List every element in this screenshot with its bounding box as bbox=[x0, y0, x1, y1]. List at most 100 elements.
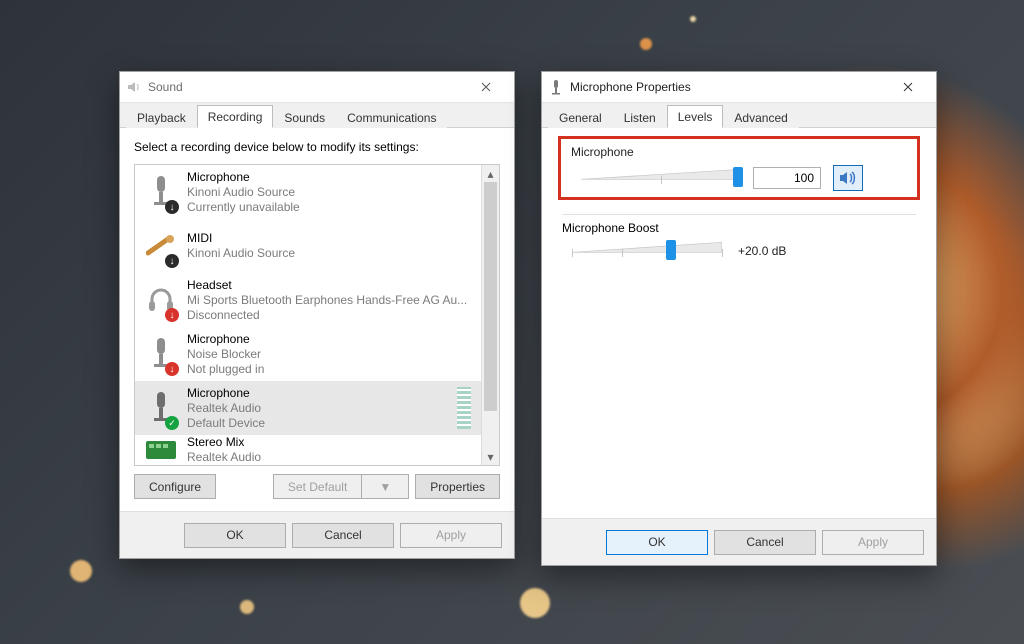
device-source: Realtek Audio bbox=[187, 401, 265, 416]
properties-button[interactable]: Properties bbox=[415, 474, 500, 499]
apply-button[interactable]: Apply bbox=[822, 530, 924, 555]
apply-button[interactable]: Apply bbox=[400, 523, 502, 548]
instruction-text: Select a recording device below to modif… bbox=[134, 140, 500, 154]
cancel-button[interactable]: Cancel bbox=[714, 530, 816, 555]
device-status: Default Device bbox=[187, 416, 265, 431]
bokeh-dot bbox=[640, 38, 652, 50]
boost-section: Microphone Boost +20.0 dB bbox=[562, 221, 916, 263]
ok-button[interactable]: OK bbox=[184, 523, 286, 548]
sound-dialog: Sound Playback Recording Sounds Communic… bbox=[119, 71, 515, 559]
tab-body: Microphone 100 bbox=[542, 128, 936, 518]
device-source: Noise Blocker bbox=[187, 347, 264, 362]
scroll-up-button[interactable]: ▴ bbox=[482, 165, 499, 182]
window-title: Sound bbox=[148, 80, 183, 94]
microphone-level-row: 100 bbox=[571, 163, 907, 195]
tab-advanced[interactable]: Advanced bbox=[723, 106, 798, 128]
scroll-thumb[interactable] bbox=[484, 182, 497, 411]
boost-slider[interactable] bbox=[572, 239, 722, 263]
device-row[interactable]: Microphone Noise Blocker Not plugged in bbox=[135, 327, 481, 381]
device-row[interactable]: MIDI Kinoni Audio Source bbox=[135, 219, 481, 273]
tab-strip: Playback Recording Sounds Communications bbox=[120, 103, 514, 128]
sound-icon bbox=[126, 79, 142, 95]
cancel-button[interactable]: Cancel bbox=[292, 523, 394, 548]
set-default-button[interactable]: Set Default bbox=[273, 474, 361, 499]
tab-general[interactable]: General bbox=[548, 106, 613, 128]
mic-properties-dialog: Microphone Properties General Listen Lev… bbox=[541, 71, 937, 566]
bokeh-dot bbox=[70, 560, 92, 582]
tab-recording[interactable]: Recording bbox=[197, 105, 274, 128]
bokeh-dot bbox=[690, 16, 696, 22]
device-name: MIDI bbox=[187, 231, 295, 246]
slider-tick bbox=[722, 249, 723, 257]
bokeh-dot bbox=[520, 588, 550, 618]
device-name: Microphone bbox=[187, 386, 265, 401]
soundcard-icon bbox=[145, 438, 177, 462]
set-default-split-button[interactable]: Set Default ▼ bbox=[273, 474, 409, 499]
configure-button[interactable]: Configure bbox=[134, 474, 216, 499]
slider-tick bbox=[622, 249, 623, 257]
titlebar[interactable]: Microphone Properties bbox=[542, 72, 936, 103]
device-row-selected[interactable]: Microphone Realtek Audio Default Device bbox=[135, 381, 481, 435]
slider-tick bbox=[572, 249, 573, 257]
device-list-inner[interactable]: Microphone Kinoni Audio Source Currently… bbox=[135, 165, 481, 465]
mute-toggle[interactable] bbox=[833, 165, 863, 191]
boost-value: +20.0 dB bbox=[738, 244, 786, 258]
headset-icon bbox=[145, 280, 177, 320]
slider-thumb[interactable] bbox=[733, 167, 743, 187]
device-text: Microphone Noise Blocker Not plugged in bbox=[187, 332, 264, 377]
device-source: Kinoni Audio Source bbox=[187, 185, 300, 200]
device-row[interactable]: Headset Mi Sports Bluetooth Earphones Ha… bbox=[135, 273, 481, 327]
device-source: Realtek Audio bbox=[187, 450, 261, 465]
tab-strip: General Listen Levels Advanced bbox=[542, 103, 936, 128]
tab-levels[interactable]: Levels bbox=[667, 105, 724, 128]
divider bbox=[562, 214, 916, 215]
status-badge-unplugged bbox=[165, 362, 179, 376]
scrollbar[interactable]: ▴ ▾ bbox=[481, 165, 499, 465]
status-badge-default bbox=[165, 416, 179, 430]
tab-listen[interactable]: Listen bbox=[613, 106, 667, 128]
device-text: Headset Mi Sports Bluetooth Earphones Ha… bbox=[187, 278, 467, 323]
close-button[interactable] bbox=[886, 72, 930, 102]
desktop-background: Sound Playback Recording Sounds Communic… bbox=[0, 0, 1024, 644]
device-text: Microphone Kinoni Audio Source Currently… bbox=[187, 170, 300, 215]
close-button[interactable] bbox=[464, 72, 508, 102]
device-status: Currently unavailable bbox=[187, 200, 300, 215]
scroll-track[interactable] bbox=[482, 182, 499, 448]
status-badge-unavailable bbox=[165, 254, 179, 268]
microphone-level-slider[interactable] bbox=[581, 166, 741, 190]
device-name: Stereo Mix bbox=[187, 435, 261, 450]
status-badge-unavailable bbox=[165, 200, 179, 214]
tab-sounds[interactable]: Sounds bbox=[273, 106, 336, 128]
microphone-icon bbox=[145, 388, 177, 428]
device-status: Disconnected bbox=[187, 308, 467, 323]
vu-meter bbox=[457, 387, 471, 429]
tab-body: Select a recording device below to modif… bbox=[120, 128, 514, 511]
device-source: Kinoni Audio Source bbox=[187, 246, 295, 261]
microphone-level-value[interactable]: 100 bbox=[753, 167, 821, 189]
tab-communications[interactable]: Communications bbox=[336, 106, 447, 128]
microphone-icon bbox=[548, 79, 564, 95]
device-list: Microphone Kinoni Audio Source Currently… bbox=[134, 164, 500, 466]
slider-tick bbox=[661, 176, 662, 184]
device-row[interactable]: Microphone Kinoni Audio Source Currently… bbox=[135, 165, 481, 219]
device-row[interactable]: Stereo Mix Realtek Audio bbox=[135, 435, 481, 465]
device-name: Microphone bbox=[187, 170, 300, 185]
list-toolbar: Configure Set Default ▼ Properties bbox=[134, 474, 500, 499]
microphone-icon bbox=[145, 334, 177, 374]
device-text: MIDI Kinoni Audio Source bbox=[187, 231, 295, 261]
scroll-down-button[interactable]: ▾ bbox=[482, 448, 499, 465]
window-title: Microphone Properties bbox=[570, 80, 691, 94]
dialog-footer: OK Cancel Apply bbox=[542, 518, 936, 565]
boost-row: +20.0 dB bbox=[562, 235, 916, 263]
bokeh-dot bbox=[240, 600, 254, 614]
titlebar[interactable]: Sound bbox=[120, 72, 514, 103]
microphone-level-label: Microphone bbox=[571, 145, 907, 159]
boost-label: Microphone Boost bbox=[562, 221, 916, 235]
slider-track bbox=[572, 241, 722, 253]
ok-button[interactable]: OK bbox=[606, 530, 708, 555]
tab-playback[interactable]: Playback bbox=[126, 106, 197, 128]
midi-icon bbox=[145, 226, 177, 266]
slider-thumb[interactable] bbox=[666, 240, 676, 260]
set-default-dropdown[interactable]: ▼ bbox=[361, 474, 409, 499]
device-text: Stereo Mix Realtek Audio bbox=[187, 435, 261, 465]
